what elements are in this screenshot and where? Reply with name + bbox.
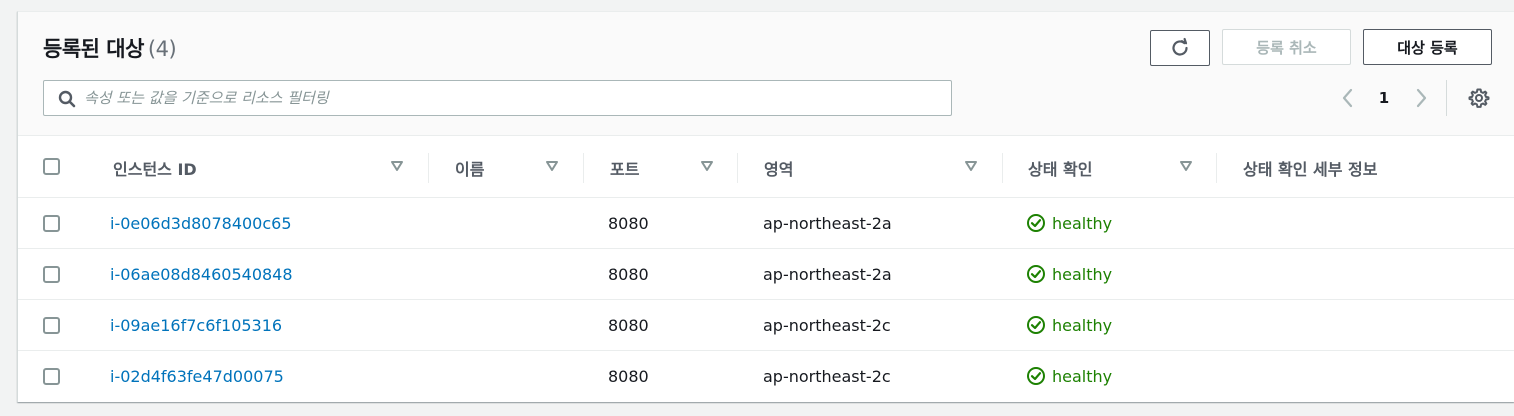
sort-caret-icon[interactable] bbox=[545, 159, 559, 173]
port-cell: 8080 bbox=[608, 315, 649, 335]
table-row[interactable]: i-02d4f63fe47d00075 8080 ap-northeast-2c… bbox=[18, 351, 1514, 402]
health-status-text: healthy bbox=[1052, 315, 1113, 335]
column-header-health-details[interactable]: 상태 확인 세부 정보 bbox=[1243, 137, 1377, 198]
chevron-right-icon[interactable] bbox=[1411, 87, 1431, 109]
zone-cell: ap-northeast-2c bbox=[763, 315, 891, 335]
table-row[interactable]: i-09ae16f7c6f105316 8080 ap-northeast-2c… bbox=[18, 300, 1514, 351]
current-page-number[interactable]: 1 bbox=[1374, 87, 1394, 109]
search-input[interactable] bbox=[84, 81, 944, 115]
row-checkbox[interactable] bbox=[43, 368, 60, 385]
pagination-divider bbox=[1446, 80, 1447, 116]
refresh-button[interactable] bbox=[1150, 30, 1210, 66]
column-divider[interactable] bbox=[1002, 153, 1003, 183]
column-header-health-status[interactable]: 상태 확인 bbox=[1028, 137, 1092, 198]
health-status-cell: healthy bbox=[1026, 198, 1112, 248]
registered-targets-panel: 등록된 대상(4) 등록 취소 대상 등록 1 bbox=[17, 11, 1514, 402]
search-icon bbox=[58, 90, 76, 108]
sort-caret-icon[interactable] bbox=[700, 159, 714, 173]
title-text: 등록된 대상 bbox=[43, 37, 144, 61]
row-checkbox[interactable] bbox=[43, 215, 60, 232]
check-circle-icon bbox=[1027, 265, 1045, 283]
instance-id-link[interactable]: i-02d4f63fe47d00075 bbox=[110, 351, 284, 401]
instance-id-link[interactable]: i-06ae08d8460540848 bbox=[110, 249, 293, 299]
column-divider[interactable] bbox=[737, 153, 738, 183]
health-status-text: healthy bbox=[1052, 366, 1113, 386]
health-status-cell: healthy bbox=[1026, 300, 1112, 350]
column-header-name[interactable]: 이름 bbox=[455, 137, 484, 198]
port-cell: 8080 bbox=[608, 366, 649, 386]
column-header-zone[interactable]: 영역 bbox=[764, 137, 793, 198]
sort-caret-icon[interactable] bbox=[390, 159, 404, 173]
zone-cell: ap-northeast-2c bbox=[763, 366, 891, 386]
filter-search-box[interactable] bbox=[43, 80, 952, 116]
health-status-text: healthy bbox=[1052, 213, 1113, 233]
sort-caret-icon[interactable] bbox=[964, 159, 978, 173]
sort-caret-icon[interactable] bbox=[1179, 159, 1193, 173]
column-divider[interactable] bbox=[1216, 153, 1217, 183]
table-header: 인스턴스 ID 이름 포트 영역 상태 확인 상태 확인 세부 정보 bbox=[18, 137, 1514, 198]
zone-cell: ap-northeast-2a bbox=[763, 213, 892, 233]
instance-id-link[interactable]: i-09ae16f7c6f105316 bbox=[110, 300, 282, 350]
table-row[interactable]: i-06ae08d8460540848 8080 ap-northeast-2a… bbox=[18, 249, 1514, 300]
column-divider[interactable] bbox=[583, 153, 584, 183]
instance-id-link[interactable]: i-0e06d3d8078400c65 bbox=[110, 198, 292, 248]
row-checkbox[interactable] bbox=[43, 266, 60, 283]
zone-cell: ap-northeast-2a bbox=[763, 264, 892, 284]
chevron-left-icon[interactable] bbox=[1338, 87, 1358, 109]
check-circle-icon bbox=[1027, 214, 1045, 232]
refresh-icon bbox=[1172, 37, 1188, 56]
health-status-text: healthy bbox=[1052, 264, 1113, 284]
select-all-checkbox[interactable] bbox=[43, 158, 60, 175]
deregister-button[interactable]: 등록 취소 bbox=[1222, 29, 1351, 65]
column-divider[interactable] bbox=[428, 153, 429, 183]
row-checkbox[interactable] bbox=[43, 317, 60, 334]
column-header-port[interactable]: 포트 bbox=[610, 137, 639, 198]
gear-icon[interactable] bbox=[1468, 87, 1490, 109]
column-header-instance-id[interactable]: 인스턴스 ID bbox=[113, 137, 197, 198]
panel-header: 등록된 대상(4) 등록 취소 대상 등록 1 bbox=[18, 12, 1514, 136]
health-status-cell: healthy bbox=[1026, 351, 1112, 401]
port-cell: 8080 bbox=[608, 213, 649, 233]
page-title: 등록된 대상 (4) bbox=[43, 33, 177, 63]
health-status-cell: healthy bbox=[1026, 249, 1112, 299]
target-count: (4) bbox=[147, 37, 177, 61]
table-row[interactable]: i-0e06d3d8078400c65 8080 ap-northeast-2a… bbox=[18, 198, 1514, 249]
check-circle-icon bbox=[1027, 316, 1045, 334]
register-targets-button[interactable]: 대상 등록 bbox=[1363, 29, 1492, 65]
port-cell: 8080 bbox=[608, 264, 649, 284]
check-circle-icon bbox=[1027, 367, 1045, 385]
